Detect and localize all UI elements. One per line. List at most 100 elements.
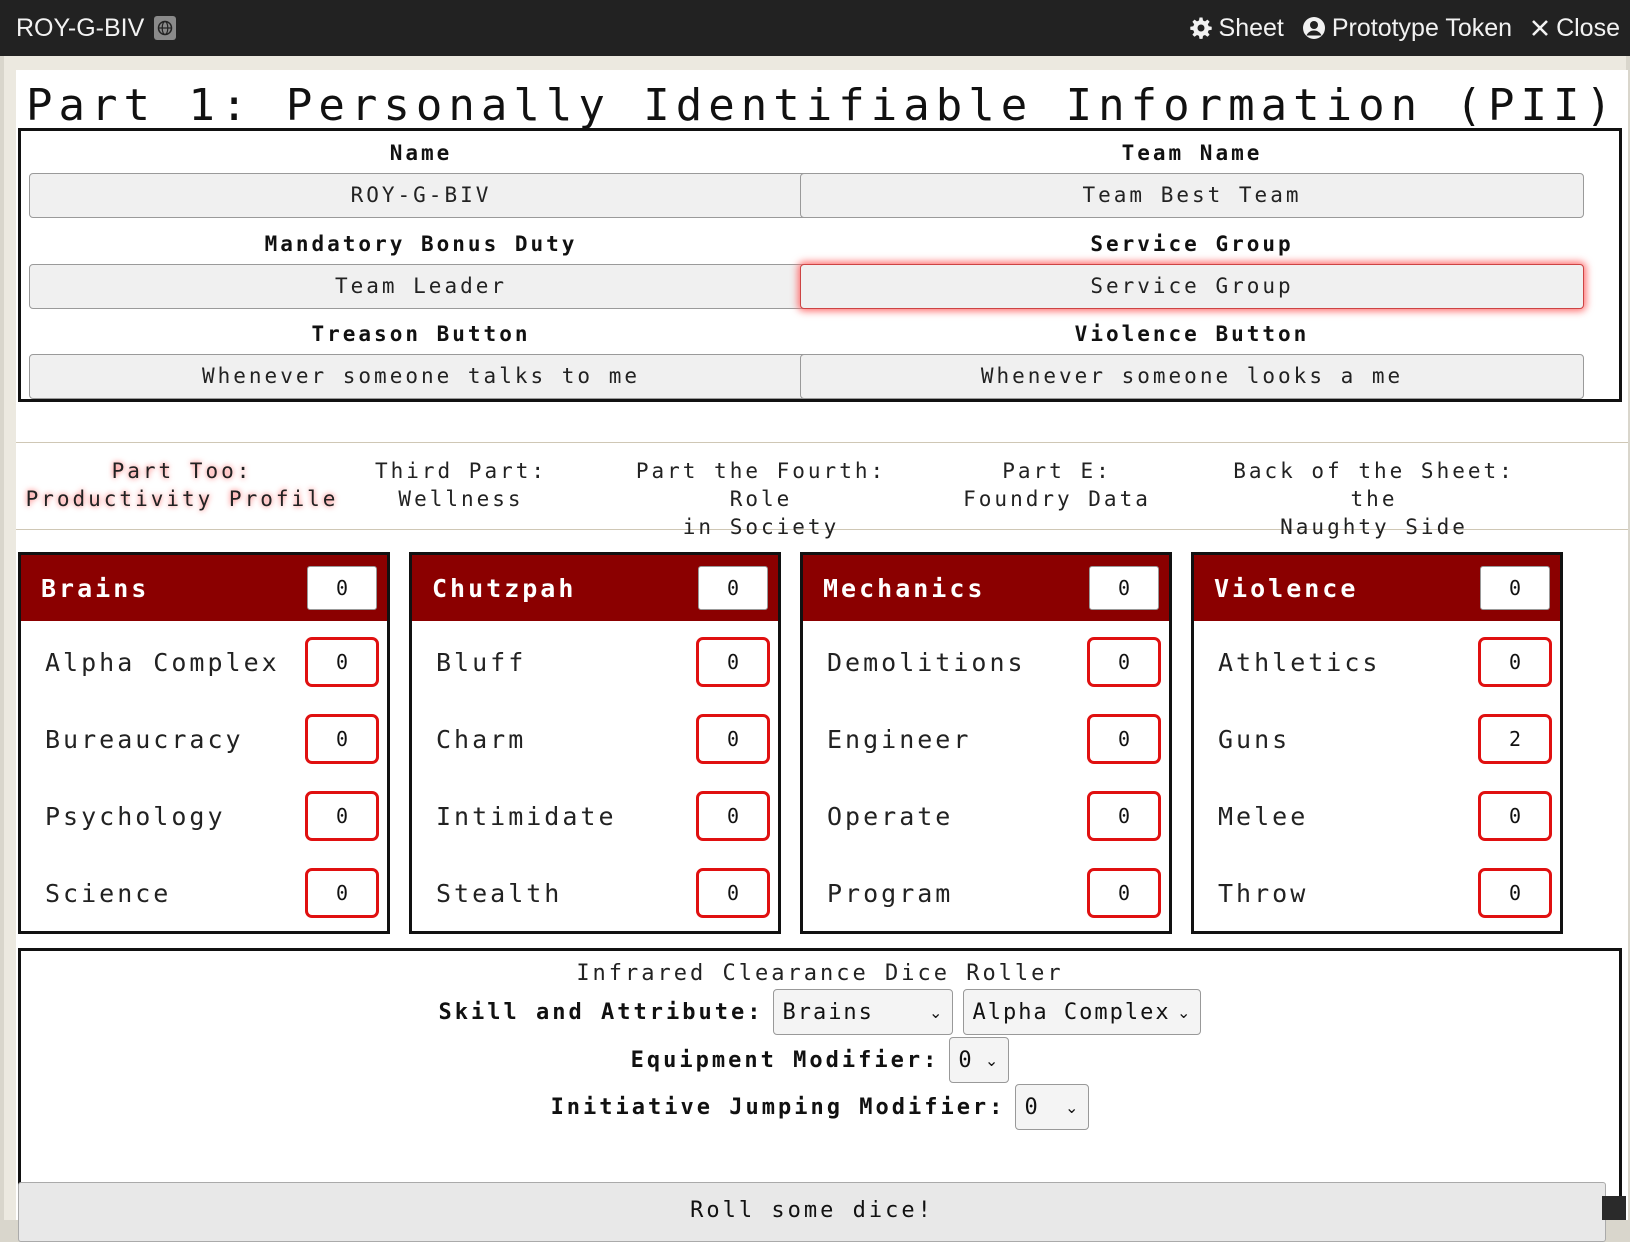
window-title: ROY-G-BIV [16,13,177,43]
skill-row: Psychology 0 [21,789,387,843]
skill-row: Stealth 0 [412,866,778,920]
attribute-select[interactable]: Brains ⌄ [773,989,954,1035]
attribute-box-mechanics: Mechanics 0 Demolitions 0 Engineer 0 Opera… [800,552,1172,934]
close-button[interactable]: Close [1530,14,1620,43]
skill-value-input[interactable]: 0 [305,637,379,687]
skill-value-input[interactable]: 0 [1087,714,1161,764]
equipment-modifier-label: Equipment Modifier: [630,1047,940,1073]
skill-value-input[interactable]: 0 [1087,637,1161,687]
chevron-down-icon: ⌄ [1177,1002,1193,1022]
mbd-input[interactable]: Team Leader [29,264,813,309]
equipment-modifier-value: 0 [958,1047,974,1073]
attribute-name: Violence [1214,573,1359,603]
tab-productivity-profile[interactable]: Part Too: Productivity Profile [22,457,342,513]
tab-label-line2: in Society [682,515,840,539]
equipment-modifier-select[interactable]: 0 ⌄ [949,1037,1010,1083]
skill-value-input[interactable]: 0 [696,637,770,687]
skill-row: Melee 0 [1194,789,1560,843]
initiative-modifier-label: Initiative Jumping Modifier: [550,1094,1006,1120]
attribute-value-input[interactable]: 0 [698,566,768,610]
tab-label-line2: Wellness [398,487,524,511]
skill-row: Program 0 [803,866,1169,920]
skill-value-input[interactable]: 0 [305,868,379,918]
skill-row: Alpha Complex 0 [21,635,387,689]
attribute-box-brains: Brains 0 Alpha Complex 0 Bureaucracy 0 Psy… [18,552,390,934]
tab-foundry-data[interactable]: Part E: Foundry Data [962,457,1152,513]
service-group-label: Service Group [1090,232,1294,256]
skill-row: Guns 2 [1194,712,1560,766]
skill-row: Charm 0 [412,712,778,766]
skill-value-input[interactable]: 0 [1478,637,1552,687]
skill-value-input[interactable]: 0 [305,791,379,841]
skill-value-input[interactable]: 0 [696,868,770,918]
attribute-header: Brains 0 [21,555,387,621]
attribute-name: Brains [41,573,150,603]
tab-label-line1: Third Part: [374,459,548,483]
tab-label-line2: Foundry Data [963,487,1151,511]
service-group-input[interactable]: Service Group [800,264,1584,309]
prototype-token-button[interactable]: Prototype Token [1302,14,1512,43]
tab-label-line1: Part E: [1002,459,1112,483]
name-input[interactable]: ROY-G-BIV [29,173,813,218]
tab-label-line1: Part the Fourth: Role [635,459,887,511]
window-title-text: ROY-G-BIV [16,13,145,42]
skill-name: Alpha Complex [45,647,280,677]
chevron-down-icon: ⌄ [984,1050,1001,1070]
team-name-input[interactable]: Team Best Team [800,173,1584,218]
skill-select-value: Alpha Complex [972,999,1171,1025]
resize-handle[interactable] [1602,1196,1626,1220]
window-titlebar: ROY-G-BIV Sheet Prototype Token Close [0,0,1630,56]
equipment-modifier-row: Equipment Modifier: 0 ⌄ [21,1037,1619,1083]
chevron-down-icon: ⌄ [929,1002,945,1022]
mbd-label: Mandatory Bonus Duty [264,232,578,256]
attribute-box-violence: Violence 0 Athletics 0 Guns 2 Melee 0 Throw… [1191,552,1563,934]
skill-name: Bluff [436,647,527,677]
attribute-value-input[interactable]: 0 [307,566,377,610]
skill-row: Engineer 0 [803,712,1169,766]
tab-role-in-society[interactable]: Part the Fourth: Role in Society [598,457,924,541]
attribute-header: Violence 0 [1194,555,1560,621]
tab-wellness[interactable]: Third Part: Wellness [366,457,556,513]
skill-name: Throw [1218,878,1309,908]
violence-button-label: Violence Button [1074,322,1310,346]
skill-value-input[interactable]: 0 [696,791,770,841]
initiative-modifier-select[interactable]: 0 ⌄ [1015,1084,1090,1130]
attribute-value-input[interactable]: 0 [1089,566,1159,610]
roll-dice-button[interactable]: Roll some dice! [18,1182,1606,1242]
skill-value-input[interactable]: 0 [1087,868,1161,918]
team-name-label: Team Name [1121,141,1263,165]
skill-name: Melee [1218,801,1309,831]
violence-button-input[interactable]: Whenever someone looks a me [800,354,1584,399]
skill-row: Operate 0 [803,789,1169,843]
attribute-box-chutzpah: Chutzpah 0 Bluff 0 Charm 0 Intimidate 0 Ste… [409,552,781,934]
team-name-field-group: Team Name Team Best Team [800,141,1584,218]
sheet-button[interactable]: Sheet [1189,14,1284,43]
skill-name: Psychology [45,801,226,831]
tab-label-line2: Naughty Side [1280,515,1468,539]
skill-select[interactable]: Alpha Complex ⌄ [963,989,1202,1035]
attribute-value-input[interactable]: 0 [1480,566,1550,610]
treason-button-input[interactable]: Whenever someone talks to me [29,354,813,399]
skill-row: Science 0 [21,866,387,920]
skill-name: Intimidate [436,801,617,831]
skill-name: Operate [827,801,954,831]
treason-field-group: Treason Button Whenever someone talks to… [29,322,813,399]
close-label: Close [1556,13,1620,42]
prototype-token-label: Prototype Token [1331,13,1513,42]
skill-name: Stealth [436,878,563,908]
dice-roller-title: Infrared Clearance Dice Roller [576,961,1064,986]
skill-value-input[interactable]: 0 [1478,868,1552,918]
skill-attribute-label: Skill and Attribute: [438,999,764,1025]
skill-value-input[interactable]: 0 [1087,791,1161,841]
character-sheet: Part 1: Personally Identifiable Informat… [4,56,1628,1242]
sheet-tabs: Part Too: Productivity Profile Third Par… [16,442,1628,539]
close-icon [1532,20,1548,36]
skill-value-input[interactable]: 0 [305,714,379,764]
skill-row: Bluff 0 [412,635,778,689]
skill-value-input[interactable]: 0 [696,714,770,764]
skill-value-input[interactable]: 2 [1478,714,1552,764]
tab-naughty-side[interactable]: Back of the Sheet: the Naughty Side [1204,457,1544,541]
skill-name: Charm [436,724,527,754]
skill-value-input[interactable]: 0 [1478,791,1552,841]
mbd-field-group: Mandatory Bonus Duty Team Leader [29,232,813,309]
